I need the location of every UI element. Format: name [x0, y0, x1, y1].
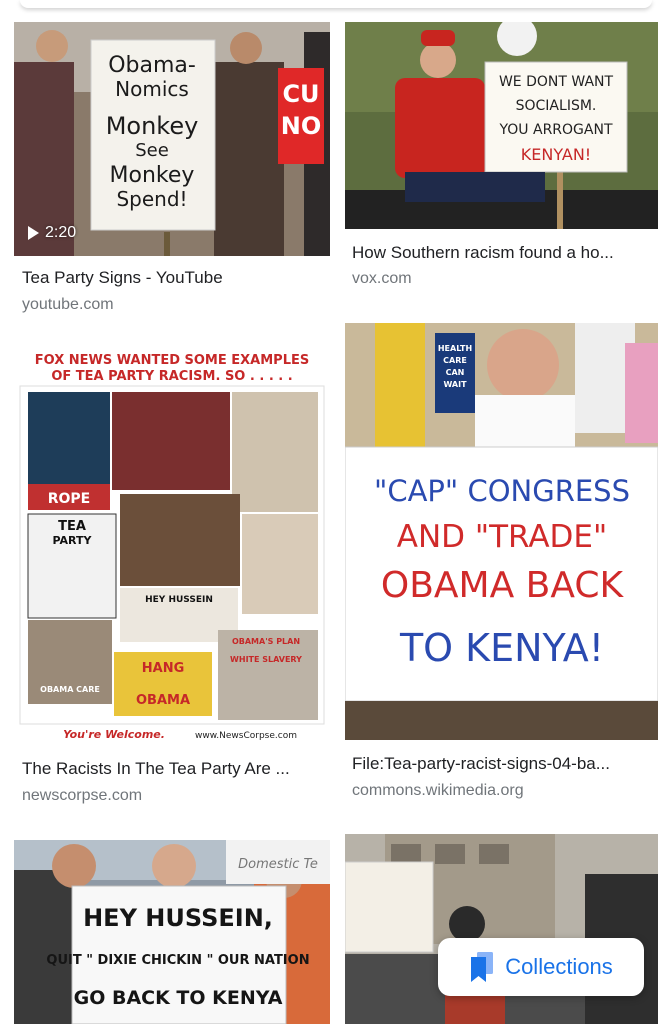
sign-line: KENYAN!	[521, 145, 591, 164]
sign-line: WAIT	[443, 380, 467, 389]
collections-label: Collections	[505, 954, 613, 979]
sign-line: Spend!	[116, 187, 187, 211]
sign-line: Domestic Te	[238, 857, 318, 872]
sign-line: AND "TRADE"	[397, 519, 608, 555]
result-title-1[interactable]: Tea Party Signs - YouTube	[22, 268, 322, 288]
poster-label: OBAMA CARE	[40, 685, 100, 694]
result-source-2: vox.com	[352, 270, 412, 287]
poster-label: OBAMA'S PLAN	[232, 637, 300, 646]
poster-footer: www.NewsCorpse.com	[195, 731, 297, 741]
result-thumbnail-3[interactable]: FOX NEWS WANTED SOME EXAMPLES OF TEA PAR…	[14, 344, 330, 746]
sign-line: See	[135, 140, 169, 161]
sign-line: HEALTH	[438, 344, 472, 353]
sign-line: OBAMA BACK	[381, 565, 625, 606]
poster-footer: You're Welcome.	[63, 728, 165, 741]
result-source-3: newscorpse.com	[22, 787, 143, 804]
sign-line: WE DONT WANT	[499, 74, 614, 90]
poster-label: TEA	[58, 519, 86, 534]
poster-label: ROPE	[48, 491, 91, 507]
result-title-3[interactable]: The Racists In The Tea Party Are ...	[22, 759, 322, 779]
video-duration: 2:20	[28, 224, 76, 242]
sign-line: TO KENYA!	[399, 626, 604, 670]
poster-label: PARTY	[52, 534, 92, 547]
result-source-4: commons.wikimedia.org	[352, 782, 524, 799]
sign-overlay-1: Obama- Nomics Monkey See Monkey Spend! C…	[106, 53, 322, 211]
result-title-2[interactable]: How Southern racism found a ho...	[352, 243, 652, 263]
sign-line: CARE	[443, 356, 467, 365]
sign-line: HEY HUSSEIN,	[83, 904, 273, 932]
poster-label: WHITE SLAVERY	[230, 655, 302, 664]
result-thumbnail-5[interactable]: Domestic Te HEY HUSSEIN, QUIT " DIXIE CH…	[14, 840, 330, 1024]
sign-line: Obama-	[108, 53, 196, 78]
result-title-4[interactable]: File:Tea-party-racist-signs-04-ba...	[352, 754, 652, 774]
bookmark-icon	[471, 952, 494, 982]
result-thumbnail-4[interactable]: HEALTH CARE CAN WAIT "CAP" CONGRESS AND …	[345, 323, 658, 740]
sign-line: Nomics	[115, 77, 189, 101]
sign-line: NO	[281, 112, 322, 140]
poster-label: OBAMA	[136, 693, 190, 708]
sign-line: "CAP" CONGRESS	[374, 474, 630, 508]
sign-line: QUIT " DIXIE CHICKIN " OUR NATION	[46, 953, 309, 968]
sign-line: GO BACK TO KENYA	[74, 987, 283, 1009]
poster-label: HEY HUSSEIN	[145, 595, 213, 605]
poster-label: HANG	[142, 661, 185, 676]
sign-overlay-4: HEALTH CARE CAN WAIT "CAP" CONGRESS AND …	[374, 344, 630, 670]
sign-line: SOCIALISM.	[516, 98, 597, 114]
poster-header: FOX NEWS WANTED SOME EXAMPLES	[35, 353, 309, 368]
result-thumbnail-2[interactable]: WE DONT WANT SOCIALISM. YOU ARROGANT KEN…	[345, 22, 658, 229]
sign-line: CAN	[446, 368, 465, 377]
result-source-1: youtube.com	[22, 296, 114, 313]
sign-line: Monkey	[110, 163, 195, 188]
poster-overlay-3: FOX NEWS WANTED SOME EXAMPLES OF TEA PAR…	[35, 353, 309, 741]
sign-overlay-5: Domestic Te HEY HUSSEIN, QUIT " DIXIE CH…	[46, 857, 318, 1009]
sign-line: YOU ARROGANT	[498, 122, 612, 138]
collections-button[interactable]: Collections	[438, 938, 644, 996]
sign-line: CU	[282, 80, 319, 108]
top-card-edge	[20, 0, 652, 8]
poster-header: OF TEA PARTY RACISM. SO . . . . .	[51, 369, 292, 384]
sign-overlay-2: WE DONT WANT SOCIALISM. YOU ARROGANT KEN…	[498, 74, 614, 164]
sign-line: Monkey	[106, 112, 199, 140]
duration-label: 2:20	[45, 224, 77, 241]
result-thumbnail-1[interactable]: Obama- Nomics Monkey See Monkey Spend! C…	[14, 22, 330, 256]
play-icon	[28, 226, 39, 240]
